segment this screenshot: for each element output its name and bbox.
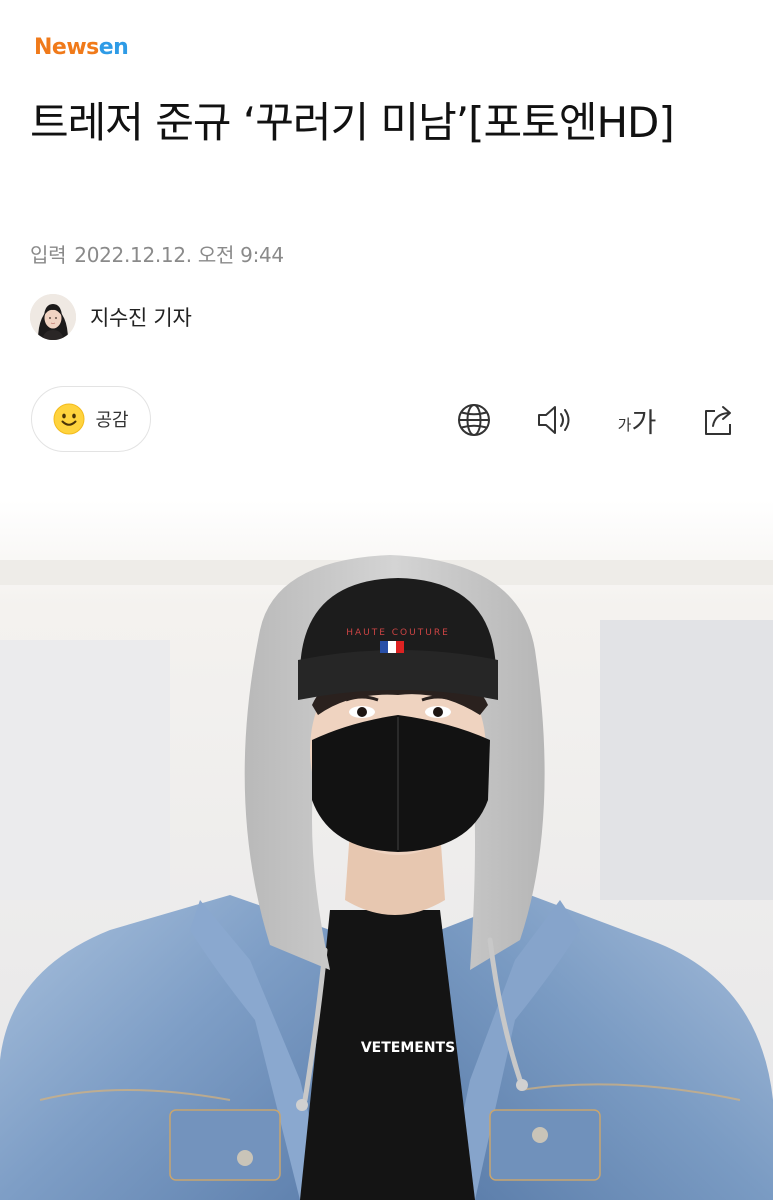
speaker-icon bbox=[538, 406, 570, 434]
shirt-text: VETEMENTS bbox=[361, 1040, 455, 1056]
avatar-image bbox=[30, 294, 76, 340]
read-aloud-button[interactable] bbox=[533, 398, 577, 442]
date-value: 2022.12.12. 오전 9:44 bbox=[74, 243, 284, 267]
photo-illustration: HAUTE COUTURE VETEMENTS bbox=[0, 500, 773, 1200]
translate-button[interactable] bbox=[452, 398, 496, 442]
article-headline: 트레저 준규 ‘꾸러기 미남’[포토엔HD] bbox=[30, 98, 675, 147]
date-label: 입력 bbox=[30, 243, 67, 267]
reporter-info[interactable]: 지수진 기자 bbox=[30, 293, 192, 341]
font-size-large-glyph: 가 bbox=[631, 407, 657, 439]
article-dateline: 입력 2022.12.12. 오전 9:44 bbox=[30, 240, 284, 270]
reporter-avatar bbox=[30, 294, 76, 340]
empathy-button[interactable]: 공감 bbox=[31, 386, 151, 452]
beanie-text: HAUTE COUTURE bbox=[346, 628, 450, 638]
font-size-button[interactable]: 가 가 bbox=[610, 398, 664, 442]
logo-text-en: en bbox=[98, 35, 129, 60]
reporter-name: 지수진 기자 bbox=[90, 306, 192, 330]
article-photo: HAUTE COUTURE VETEMENTS bbox=[0, 500, 773, 1200]
newsen-logo[interactable]: Newsen bbox=[34, 34, 129, 62]
logo-text-news: News bbox=[34, 35, 99, 60]
share-button[interactable] bbox=[698, 398, 742, 442]
empathy-label: 공감 bbox=[95, 410, 129, 431]
font-size-small-glyph: 가 bbox=[617, 415, 632, 434]
globe-icon bbox=[458, 404, 490, 436]
smile-icon bbox=[53, 403, 85, 435]
share-icon bbox=[705, 406, 731, 435]
